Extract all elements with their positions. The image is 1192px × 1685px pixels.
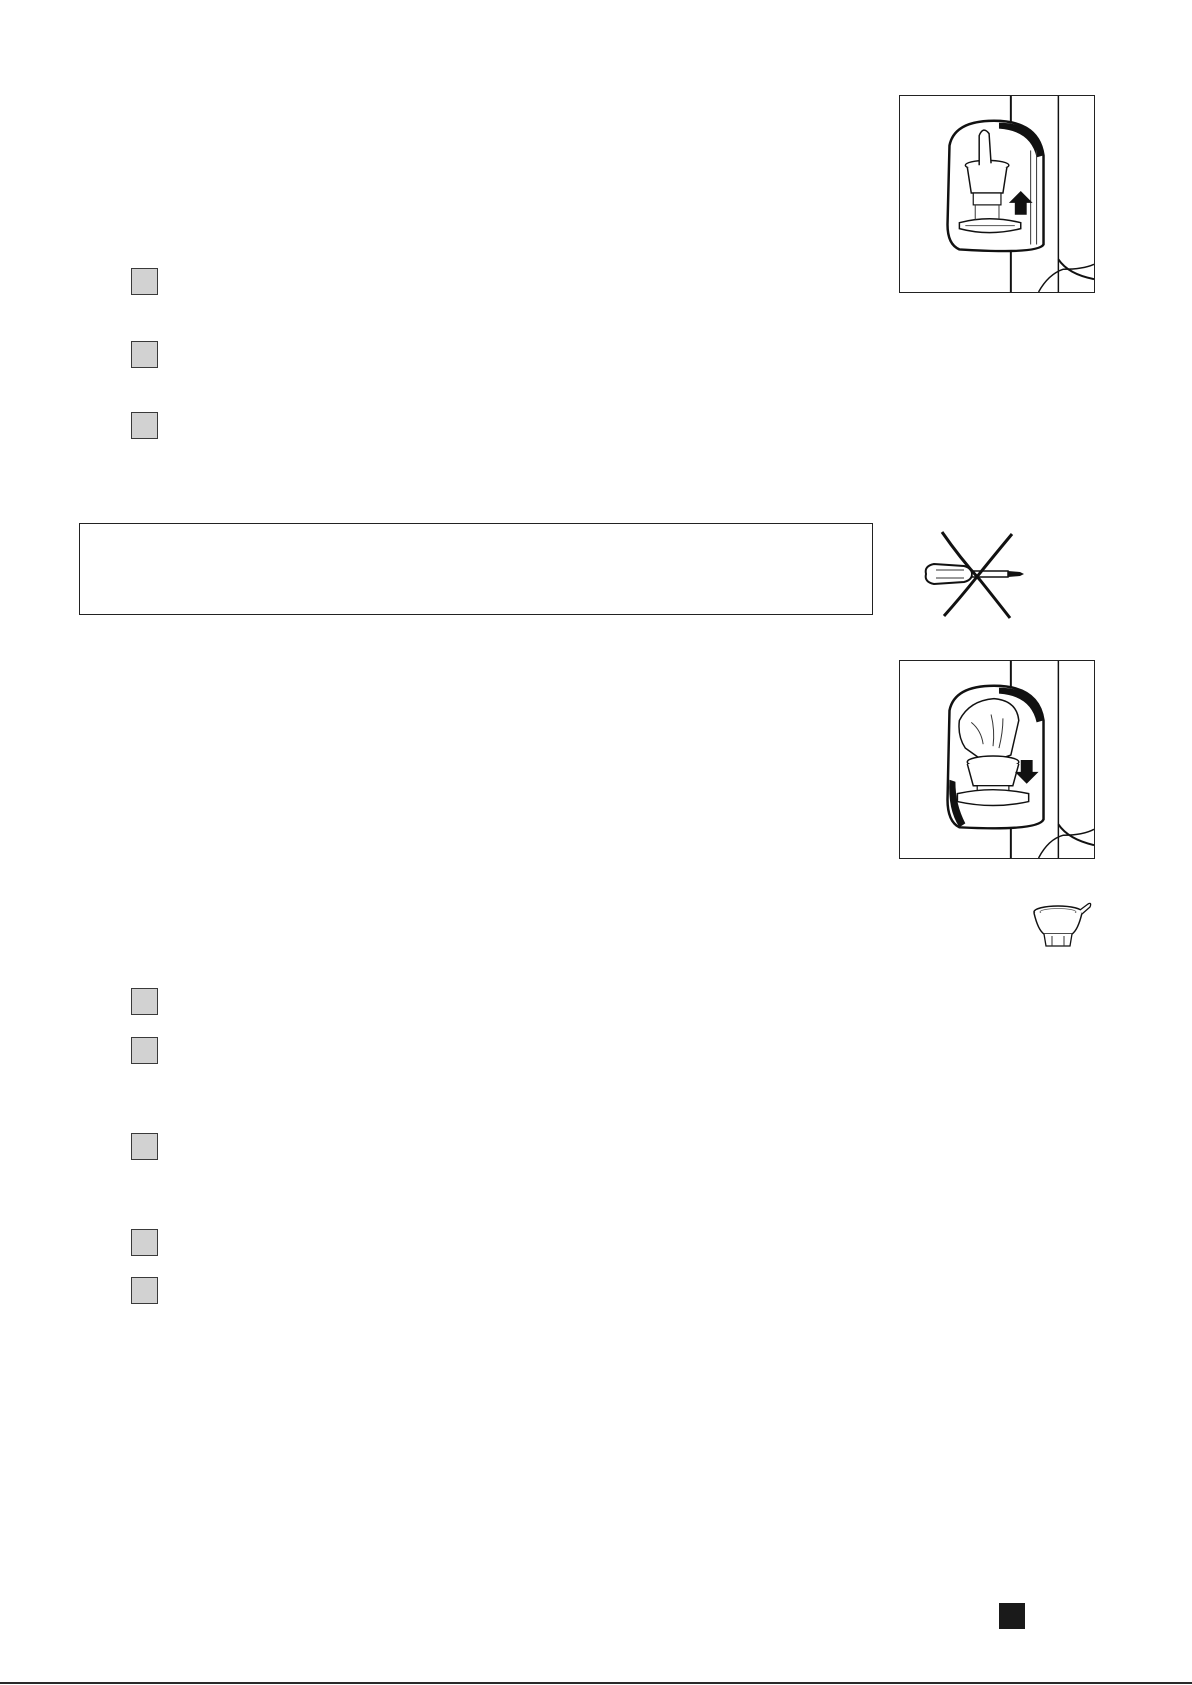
no-screwdriver-icon: [920, 528, 1030, 620]
step-marker-4: [131, 988, 158, 1015]
step-marker-1: [131, 268, 158, 295]
step-marker-2: [131, 341, 158, 368]
step-marker-6: [131, 1133, 158, 1160]
step-marker-7: [131, 1229, 158, 1256]
pod-lift-up-illustration: [899, 95, 1095, 293]
pod-push-down-illustration: [899, 660, 1095, 859]
warning-box: [79, 523, 873, 615]
step-marker-8: [131, 1277, 158, 1304]
manual-page: [0, 0, 1192, 1685]
step-marker-3: [131, 412, 158, 439]
coffee-pod-icon: [1030, 898, 1094, 952]
page-marker: [999, 1603, 1025, 1629]
bottom-rule: [0, 1682, 1192, 1684]
step-marker-5: [131, 1037, 158, 1064]
